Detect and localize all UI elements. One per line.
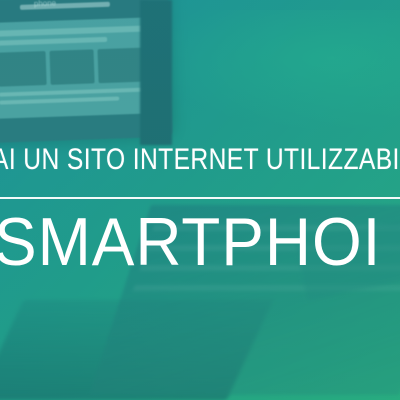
big-headline-text: SMARTPHOI: [0, 204, 382, 280]
headline-text: AI UN SITO INTERNET UTILIZZABI: [0, 143, 400, 176]
background-photo: phone AI UN SITO INTERNET UTILIZZABI SMA…: [0, 0, 400, 400]
color-overlay: [0, 0, 400, 400]
divider-line: [0, 197, 400, 199]
